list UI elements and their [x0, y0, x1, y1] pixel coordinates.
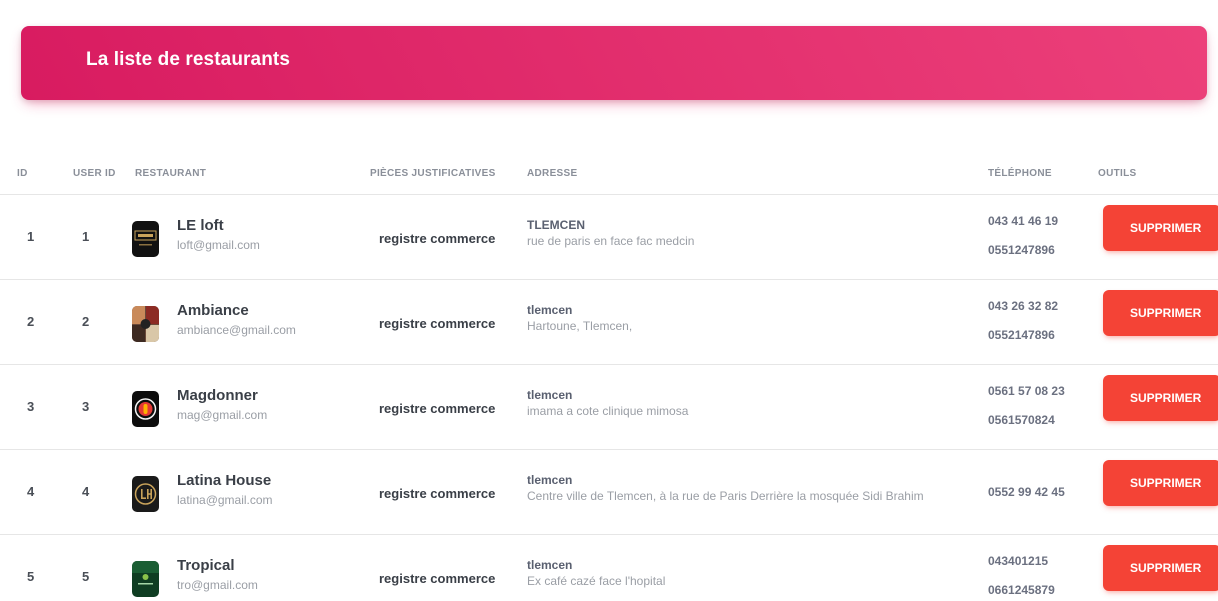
restaurant-name: Latina House — [177, 472, 272, 489]
restaurant-name: Ambiance — [177, 302, 249, 319]
row-id: 2 — [27, 314, 35, 329]
pieces-justificatives: registre commerce — [379, 486, 496, 501]
phone-secondary: 0552147896 — [988, 328, 1055, 342]
tropical-logo-icon — [132, 561, 159, 597]
table-row: 4 4 Latina House latina@gmail.com regist… — [0, 450, 1218, 535]
phone-secondary: 0561570824 — [988, 413, 1055, 427]
page-header-card: La liste de restaurants — [21, 26, 1207, 100]
address-city: tlemcen — [527, 388, 573, 402]
restaurant-email: latina@gmail.com — [177, 493, 273, 507]
address-city: tlemcen — [527, 558, 573, 572]
restaurant-name: Magdonner — [177, 387, 258, 404]
phone-primary: 0561 57 08 23 — [988, 384, 1065, 398]
column-header-id: ID — [17, 168, 28, 179]
table-row: 2 2 Ambiance ambiance@gmail.com registre… — [0, 280, 1218, 365]
column-header-adresse: ADRESSE — [527, 168, 578, 179]
column-header-restaurant: RESTAURANT — [135, 168, 207, 179]
delete-button[interactable]: SUPPRIMER — [1103, 375, 1218, 421]
column-header-user-id: USER ID — [73, 168, 116, 179]
phone-primary: 043401215 — [988, 554, 1049, 568]
pieces-justificatives: registre commerce — [379, 401, 496, 416]
restaurant-name: LE loft — [177, 217, 224, 234]
address-city: tlemcen — [527, 473, 573, 487]
address-street: imama a cote clinique mimosa — [527, 404, 689, 418]
row-id: 3 — [27, 399, 35, 414]
row-user-id: 4 — [82, 484, 90, 499]
phone-primary: 043 41 46 19 — [988, 214, 1059, 228]
restaurant-email: mag@gmail.com — [177, 408, 268, 422]
le-loft-logo-icon — [132, 221, 159, 257]
phone-primary: 0552 99 42 45 — [988, 485, 1065, 499]
page-title: La liste de restaurants — [86, 49, 290, 70]
address-street: rue de paris en face fac medcin — [527, 234, 695, 248]
phone-primary: 043 26 32 82 — [988, 299, 1059, 313]
ambiance-logo-icon — [132, 306, 159, 342]
pieces-justificatives: registre commerce — [379, 231, 496, 246]
row-id: 4 — [27, 484, 35, 499]
row-user-id: 1 — [82, 229, 90, 244]
table-row: 5 5 Tropical tro@gmail.com registre comm… — [0, 535, 1218, 601]
column-header-telephone: TÉLÉPHONE — [988, 168, 1052, 179]
restaurant-email: tro@gmail.com — [177, 578, 258, 592]
row-id: 5 — [27, 569, 35, 584]
row-user-id: 2 — [82, 314, 90, 329]
table-row: 3 3 Magdonner mag@gmail.com registre com… — [0, 365, 1218, 450]
address-street: Hartoune, Tlemcen, — [527, 319, 633, 333]
pieces-justificatives: registre commerce — [379, 571, 496, 586]
address-city: TLEMCEN — [527, 218, 585, 232]
delete-button[interactable]: SUPPRIMER — [1103, 545, 1218, 591]
restaurant-email: loft@gmail.com — [177, 238, 260, 252]
restaurant-name: Tropical — [177, 557, 235, 574]
table-header: ID USER ID RESTAURANT PIÈCES JUSTIFICATI… — [0, 157, 1218, 195]
latina-house-logo-icon — [132, 476, 159, 512]
restaurant-email: ambiance@gmail.com — [177, 323, 296, 337]
column-header-pieces: PIÈCES JUSTIFICATIVES — [370, 168, 496, 179]
row-user-id: 5 — [82, 569, 90, 584]
column-header-outils: OUTILS — [1098, 168, 1137, 179]
delete-button[interactable]: SUPPRIMER — [1103, 205, 1218, 251]
address-city: tlemcen — [527, 303, 573, 317]
delete-button[interactable]: SUPPRIMER — [1103, 460, 1218, 506]
row-user-id: 3 — [82, 399, 90, 414]
address-street: Ex café cazé face l'hopital — [527, 574, 666, 588]
restaurants-table: ID USER ID RESTAURANT PIÈCES JUSTIFICATI… — [0, 157, 1218, 601]
row-id: 1 — [27, 229, 35, 244]
phone-secondary: 0551247896 — [988, 243, 1055, 257]
table-row: 1 1 LE loft loft@gmail.com registre comm… — [0, 195, 1218, 280]
delete-button[interactable]: SUPPRIMER — [1103, 290, 1218, 336]
pieces-justificatives: registre commerce — [379, 316, 496, 331]
address-street: Centre ville de Tlemcen, à la rue de Par… — [527, 489, 924, 503]
phone-secondary: 0661245879 — [988, 583, 1055, 597]
magdonner-logo-icon — [132, 391, 159, 427]
